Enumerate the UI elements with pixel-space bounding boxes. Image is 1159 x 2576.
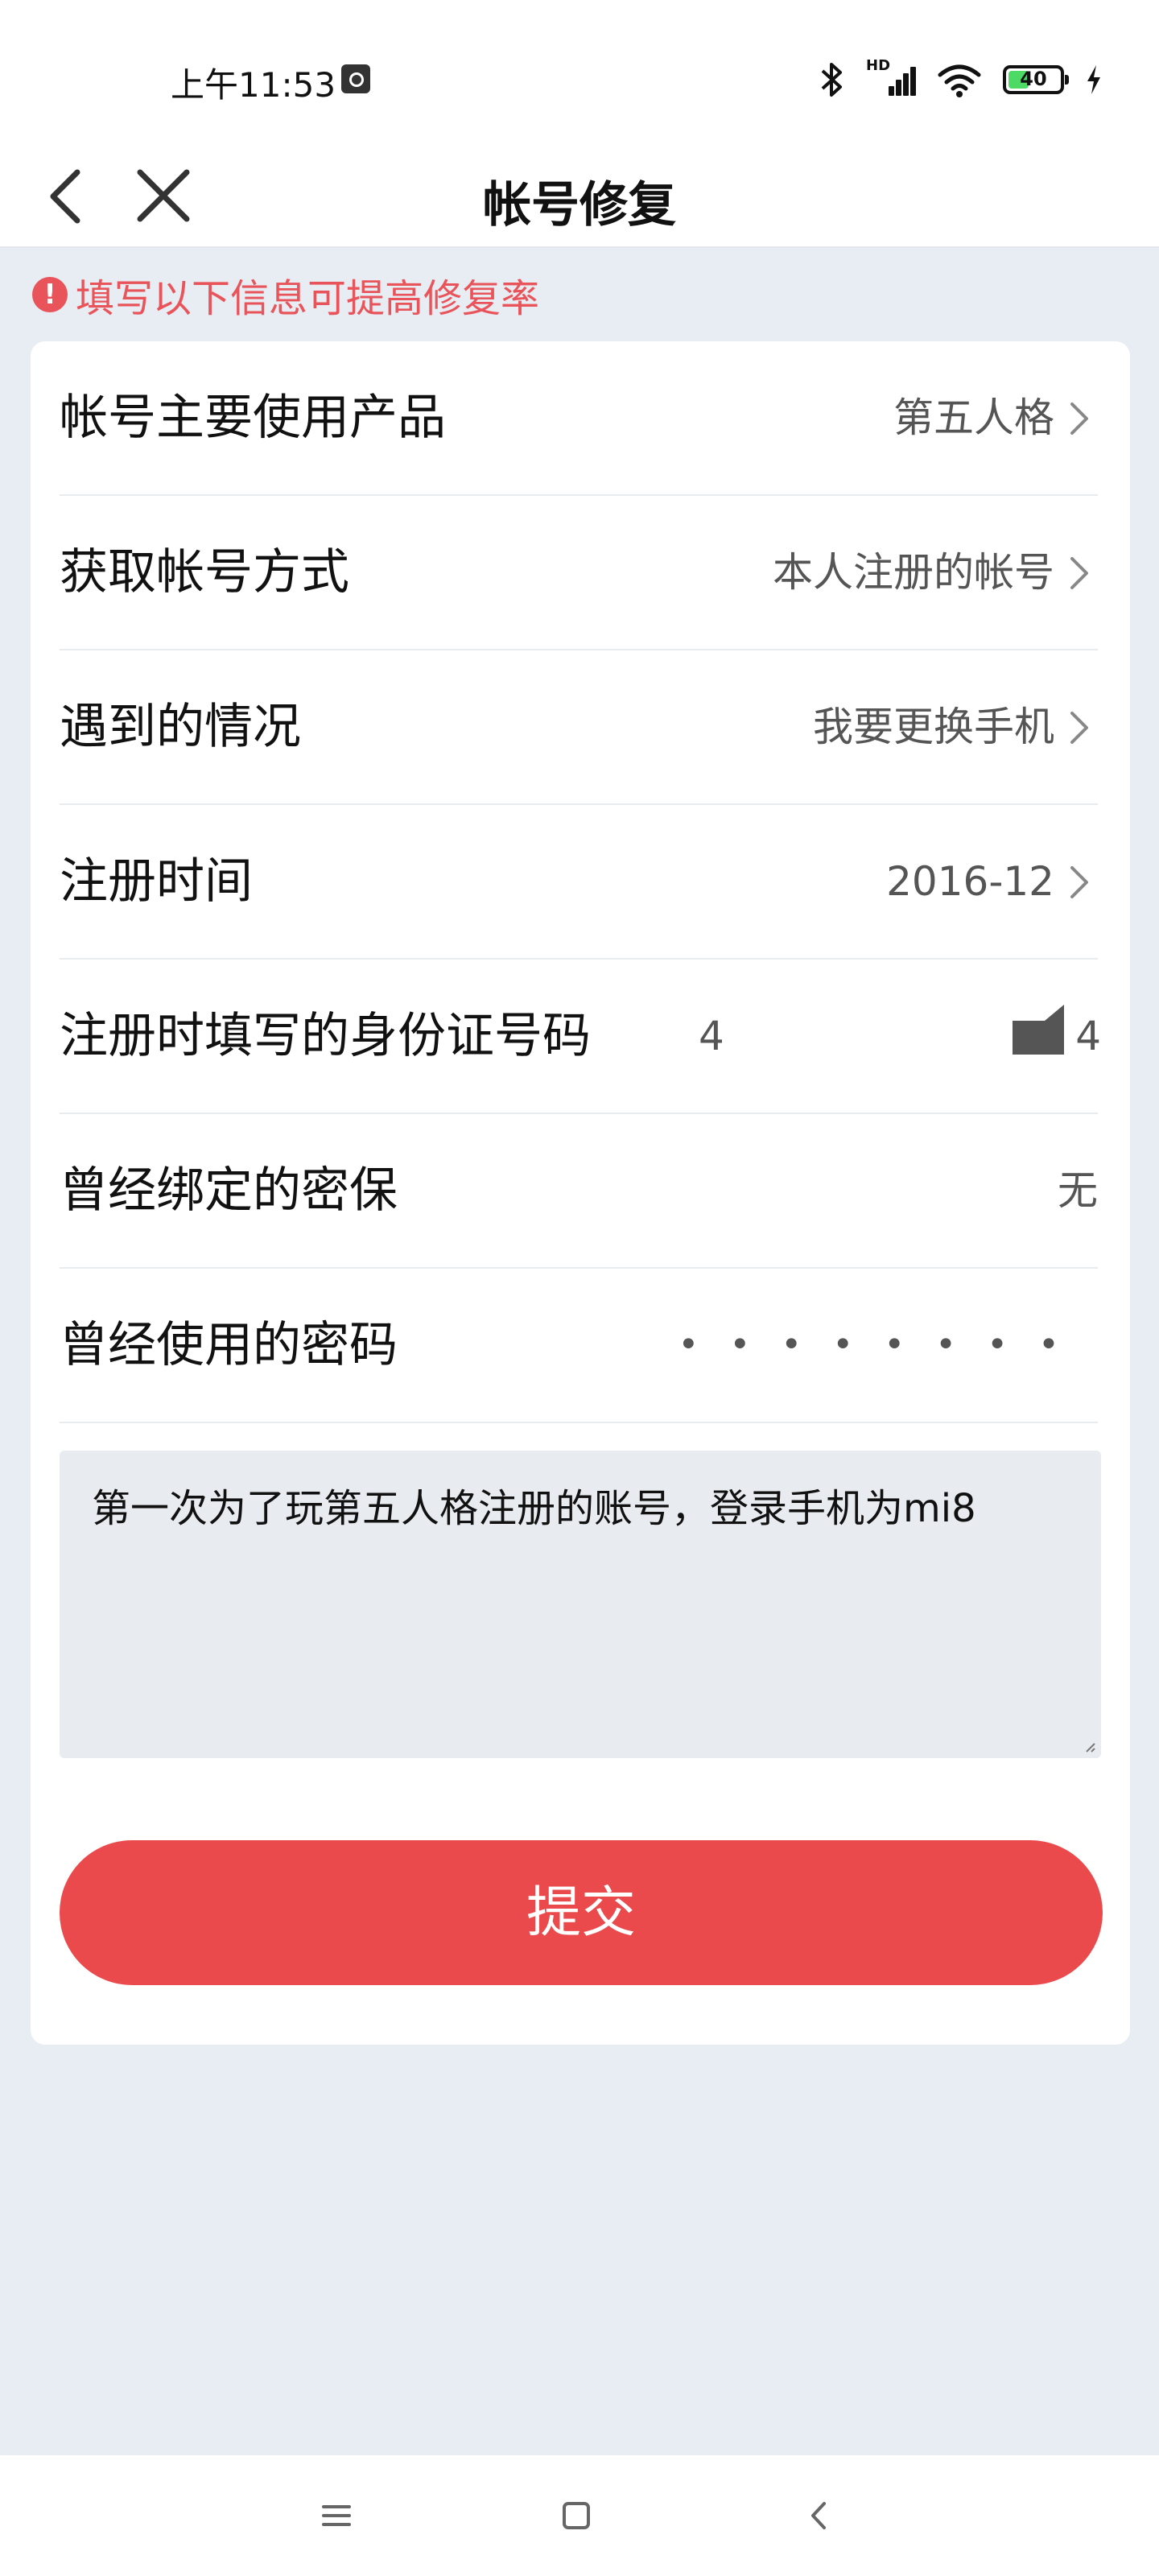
system-nav-bar bbox=[0, 2455, 1159, 2576]
form-row-situation[interactable]: 遇到的情况 我要更换手机 bbox=[60, 650, 1098, 805]
id-number-end: 4 bbox=[1075, 1013, 1101, 1059]
menu-icon bbox=[322, 2505, 351, 2526]
row-label: 注册时间 bbox=[60, 853, 253, 910]
status-time: 上午11:53 bbox=[171, 65, 336, 105]
cellular-signal-icon: HD bbox=[866, 57, 916, 99]
row-value: 本人注册的帐号 bbox=[773, 549, 1054, 596]
form-row-account-source[interactable]: 获取帐号方式 本人注册的帐号 bbox=[60, 496, 1098, 650]
form-row-id-number[interactable]: 注册时填写的身份证号码 4 4 bbox=[60, 960, 1101, 1114]
chevron-right-icon bbox=[1070, 866, 1088, 898]
submit-button[interactable]: 提交 bbox=[60, 1840, 1103, 1985]
note-textarea[interactable]: 第一次为了玩第五人格注册的账号，登录手机为mi8 bbox=[60, 1451, 1101, 1758]
status-bar: 上午11:53 HD 40 bbox=[0, 0, 1159, 145]
menu-button[interactable] bbox=[304, 2487, 369, 2544]
charging-bolt-icon bbox=[1087, 65, 1100, 94]
password-value[interactable]: •••••••• bbox=[678, 1269, 1090, 1422]
row-label: 曾经使用的密码 bbox=[60, 1317, 398, 1373]
notice-text: 填写以下信息可提高修复率 bbox=[76, 276, 540, 321]
status-icons: HD 40 bbox=[819, 57, 1103, 100]
bluetooth-icon bbox=[821, 63, 842, 97]
hd-label: HD bbox=[866, 57, 891, 74]
app-notification-icon bbox=[341, 64, 370, 93]
title-bar: 帐号修复 bbox=[0, 145, 1159, 248]
notice-banner: ! 填写以下信息可提高修复率 bbox=[32, 270, 539, 321]
row-label: 曾经绑定的密保 bbox=[60, 1162, 398, 1219]
row-value: 无 bbox=[1058, 1167, 1098, 1214]
nav-back-button[interactable] bbox=[787, 2487, 852, 2544]
chevron-right-icon bbox=[1070, 712, 1088, 744]
battery-icon: 40 bbox=[1003, 65, 1069, 94]
id-number-start: 4 bbox=[699, 1013, 724, 1059]
row-value: 第五人格 bbox=[893, 394, 1054, 441]
form-row-register-time[interactable]: 注册时间 2016-12 bbox=[60, 805, 1098, 960]
note-text: 第一次为了玩第五人格注册的账号，登录手机为mi8 bbox=[92, 1486, 976, 1531]
row-value: 我要更换手机 bbox=[813, 704, 1054, 750]
page-title: 帐号修复 bbox=[483, 177, 676, 233]
form-row-security[interactable]: 曾经绑定的密保 无 bbox=[60, 1114, 1098, 1269]
chevron-right-icon bbox=[1070, 402, 1088, 435]
row-value: 2016-12 bbox=[886, 858, 1054, 905]
resize-handle-icon[interactable] bbox=[1083, 1740, 1096, 1753]
row-label: 帐号主要使用产品 bbox=[60, 390, 446, 446]
form-row-password[interactable]: 曾经使用的密码 •••••••• bbox=[60, 1269, 1098, 1423]
row-label: 遇到的情况 bbox=[60, 699, 301, 755]
row-label: 获取帐号方式 bbox=[60, 544, 349, 601]
home-button[interactable] bbox=[544, 2487, 608, 2544]
row-label: 注册时填写的身份证号码 bbox=[60, 1008, 591, 1064]
redaction-mask bbox=[1013, 1005, 1064, 1055]
alert-circle-icon: ! bbox=[32, 277, 68, 312]
form-card: 帐号主要使用产品 第五人格 获取帐号方式 本人注册的帐号 遇到的情况 我要更换手… bbox=[31, 341, 1130, 2045]
chevron-right-icon bbox=[1070, 557, 1088, 589]
home-square-icon bbox=[563, 2502, 590, 2529]
back-triangle-icon bbox=[811, 2502, 826, 2529]
wifi-icon bbox=[938, 64, 981, 97]
battery-level: 40 bbox=[1020, 68, 1047, 90]
form-row-product[interactable]: 帐号主要使用产品 第五人格 bbox=[60, 341, 1098, 496]
